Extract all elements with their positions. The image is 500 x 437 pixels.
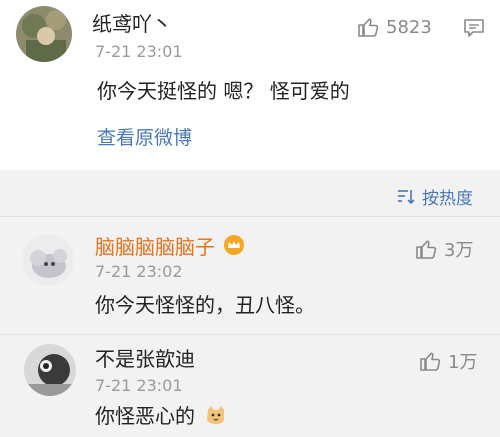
comment-avatar[interactable] (22, 234, 74, 286)
thumbs-up-icon (416, 240, 437, 259)
post-card: 纸鸢吖丶 7-21 23:01 5823 你今天挺怪的 嗯？ 怪可爱的 查看原微… (0, 0, 500, 170)
divider (0, 334, 500, 335)
comment-like-count: 3万 (444, 240, 474, 261)
post-avatar[interactable] (16, 6, 72, 62)
post-time: 7-21 23:01 (95, 42, 183, 61)
comment-like-button[interactable]: 3万 (414, 236, 473, 262)
cat-emoji-icon (205, 404, 227, 430)
comment-icon[interactable] (462, 16, 486, 44)
comment-text: 你怪恶心的 (95, 404, 195, 428)
comment-like-button[interactable]: 1万 (418, 348, 477, 374)
comment-time: 7-21 23:02 (95, 262, 183, 281)
post-text: 你今天挺怪的 嗯？ 怪可爱的 (97, 79, 350, 103)
post-like-count: 5823 (386, 16, 432, 38)
comment-username[interactable]: 不是张歆迪 (95, 347, 195, 371)
view-original-link[interactable]: 查看原微博 (97, 123, 192, 150)
post-username[interactable]: 纸鸢吖丶 (92, 12, 172, 36)
sort-icon (398, 189, 415, 204)
comment-time: 7-21 23:01 (95, 376, 183, 395)
comment-username[interactable]: 脑脑脑脑脑子 (95, 235, 215, 259)
crown-badge-icon (222, 234, 246, 260)
sort-label: 按热度 (422, 189, 473, 209)
sort-by-hot-button[interactable]: 按热度 (396, 184, 473, 209)
comment-avatar[interactable] (24, 344, 76, 396)
thumbs-up-icon (420, 352, 441, 371)
divider (0, 216, 500, 217)
comment-like-count: 1万 (448, 352, 478, 373)
thumbs-up-icon (358, 18, 379, 37)
comment-text: 你今天怪怪的，丑八怪。 (95, 293, 315, 317)
post-like-button[interactable]: 5823 (356, 15, 432, 39)
